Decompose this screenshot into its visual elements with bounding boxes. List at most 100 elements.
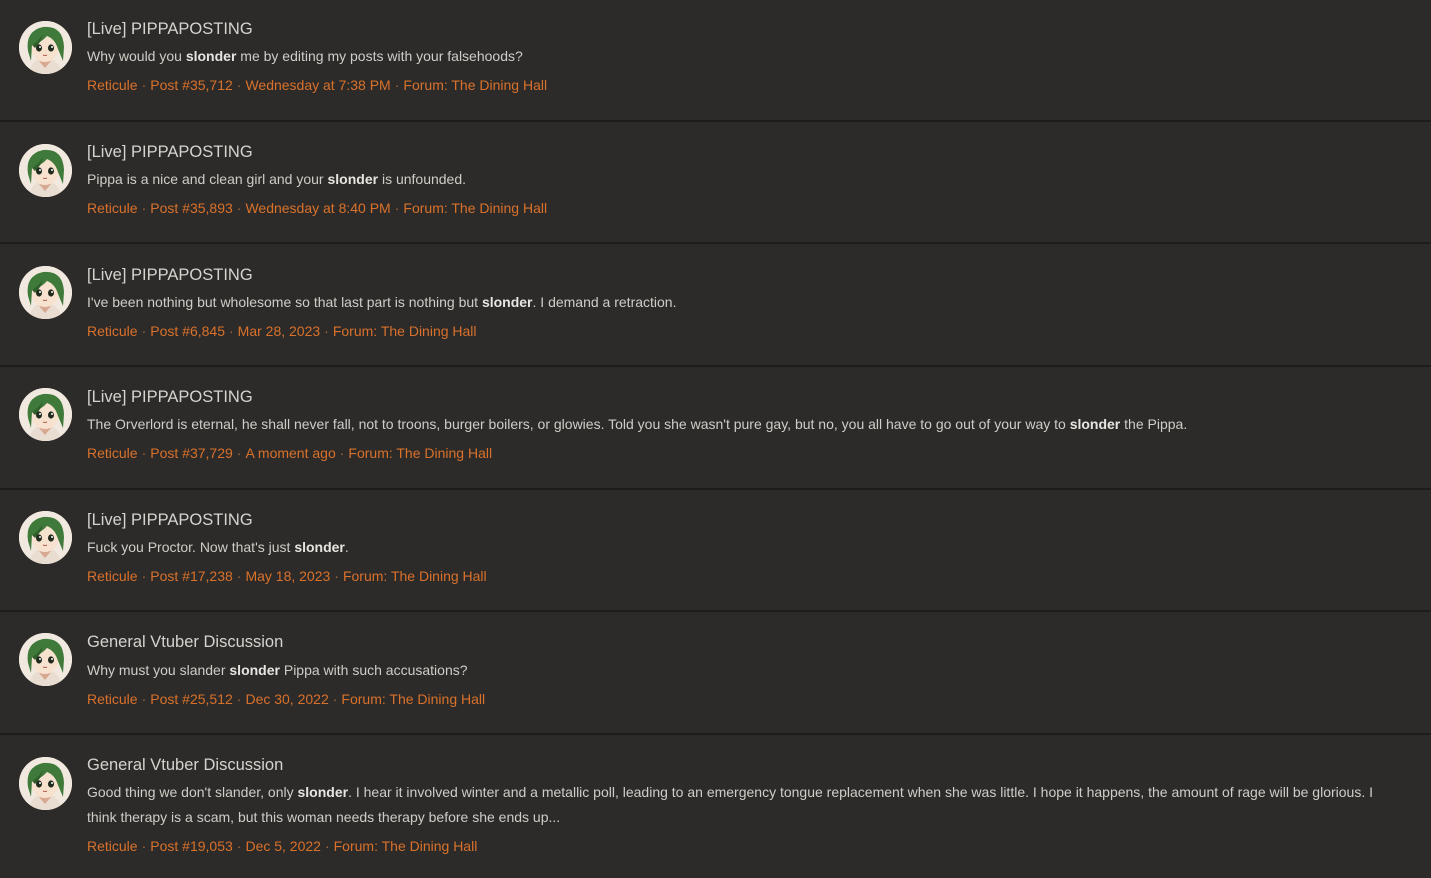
post-number-link[interactable]: Post #19,053 xyxy=(150,838,233,854)
search-term-highlight: slonder xyxy=(185,48,237,64)
meta-separator: · xyxy=(324,323,329,339)
search-results-list: [Live] PIPPAPOSTING Why would you slonde… xyxy=(0,0,1431,878)
result-meta: Reticule · Post #35,712 · Wednesday at 7:38 … xyxy=(87,76,547,94)
author-link[interactable]: Reticule xyxy=(87,200,138,216)
forum-link[interactable]: Forum: The Dining Hall xyxy=(334,838,478,854)
search-result-item: [Live] PIPPAPOSTING Pippa is a nice and … xyxy=(0,122,1431,244)
thread-title-link[interactable]: [Live] PIPPAPOSTING xyxy=(87,142,253,162)
forum-link[interactable]: Forum: The Dining Hall xyxy=(403,200,547,216)
author-link[interactable]: Reticule xyxy=(87,445,138,461)
author-link[interactable]: Reticule xyxy=(87,691,138,707)
meta-separator: · xyxy=(339,445,345,461)
author-link[interactable]: Reticule xyxy=(87,77,138,93)
forum-link[interactable]: Forum: The Dining Hall xyxy=(341,691,485,707)
post-snippet: Pippa is a nice and clean girl and your … xyxy=(87,167,1401,192)
meta-separator: · xyxy=(236,445,242,461)
anime-girl-avatar-icon xyxy=(19,511,72,564)
thread-title-link[interactable]: [Live] PIPPAPOSTING xyxy=(87,19,253,39)
post-snippet: Why would you slonder me by editing my p… xyxy=(87,44,1401,69)
snippet-text: is unfounded. xyxy=(378,171,467,187)
avatar[interactable] xyxy=(19,633,72,686)
anime-girl-avatar-icon xyxy=(19,144,72,197)
meta-separator: · xyxy=(141,200,147,216)
avatar[interactable] xyxy=(19,21,72,74)
snippet-text: . xyxy=(344,539,349,555)
search-result-item: [Live] PIPPAPOSTING I've been nothing bu… xyxy=(0,244,1431,367)
anime-girl-avatar-icon xyxy=(19,757,72,810)
snippet-text: I've been nothing but wholesome so that … xyxy=(87,294,482,310)
post-date[interactable]: Wednesday at 7:38 PM xyxy=(245,77,390,93)
meta-separator: · xyxy=(141,323,147,339)
anime-girl-avatar-icon xyxy=(19,633,72,686)
thread-title-link[interactable]: General Vtuber Discussion xyxy=(87,755,283,775)
anime-girl-avatar-icon xyxy=(19,266,72,319)
thread-title-link[interactable]: [Live] PIPPAPOSTING xyxy=(87,265,253,285)
post-number-link[interactable]: Post #6,845 xyxy=(150,323,225,339)
snippet-text: Good thing we don't slander, only xyxy=(87,784,298,800)
avatar[interactable] xyxy=(19,388,72,441)
anime-girl-avatar-icon xyxy=(19,21,72,74)
thread-title-link[interactable]: [Live] PIPPAPOSTING xyxy=(87,387,253,407)
anime-girl-avatar-icon xyxy=(19,388,72,441)
author-link[interactable]: Reticule xyxy=(87,323,138,339)
meta-separator: · xyxy=(334,568,339,584)
avatar[interactable] xyxy=(19,511,72,564)
post-number-link[interactable]: Post #25,512 xyxy=(150,691,233,707)
post-number-link[interactable]: Post #35,712 xyxy=(150,77,233,93)
avatar[interactable] xyxy=(19,757,72,810)
post-date[interactable]: May 18, 2023 xyxy=(245,568,330,584)
forum-link[interactable]: Forum: The Dining Hall xyxy=(333,323,477,339)
meta-separator: · xyxy=(236,77,242,93)
post-date[interactable]: Wednesday at 8:40 PM xyxy=(245,200,390,216)
meta-separator: · xyxy=(324,838,330,854)
snippet-text: The Orverlord is eternal, he shall never… xyxy=(87,416,1070,432)
post-snippet: Fuck you Proctor. Now that's just slonde… xyxy=(87,535,1401,560)
search-result-item: General Vtuber Discussion Good thing we … xyxy=(0,735,1431,878)
post-date[interactable]: Dec 30, 2022 xyxy=(245,691,328,707)
meta-separator: · xyxy=(141,77,147,93)
post-number-link[interactable]: Post #35,893 xyxy=(150,200,233,216)
meta-separator: · xyxy=(394,200,400,216)
result-meta: Reticule · Post #17,238 · May 18, 2023 · Forum… xyxy=(87,567,487,585)
search-result-item: General Vtuber Discussion Why must you s… xyxy=(0,612,1431,735)
avatar[interactable] xyxy=(19,144,72,197)
post-snippet: Good thing we don't slander, only slonde… xyxy=(87,780,1401,830)
post-date[interactable]: A moment ago xyxy=(245,445,335,461)
post-snippet: I've been nothing but wholesome so that … xyxy=(87,290,1401,315)
snippet-text: Pippa is a nice and clean girl and your xyxy=(87,171,328,187)
meta-separator: · xyxy=(236,838,242,854)
search-term-highlight: slonder xyxy=(229,662,280,678)
meta-separator: · xyxy=(141,568,147,584)
meta-separator: · xyxy=(141,838,147,854)
forum-link[interactable]: Forum: The Dining Hall xyxy=(343,568,487,584)
meta-separator: · xyxy=(236,691,242,707)
meta-separator: · xyxy=(332,691,338,707)
avatar[interactable] xyxy=(19,266,72,319)
post-snippet: Why must you slander slonder Pippa with … xyxy=(87,658,1401,683)
author-link[interactable]: Reticule xyxy=(87,838,138,854)
thread-title-link[interactable]: [Live] PIPPAPOSTING xyxy=(87,510,253,530)
search-term-highlight: slonder xyxy=(327,171,379,187)
result-meta: Reticule · Post #6,845 · Mar 28, 2023 · Forum:… xyxy=(87,322,477,340)
snippet-text: the Pippa. xyxy=(1120,416,1188,432)
meta-separator: · xyxy=(236,568,242,584)
forum-link[interactable]: Forum: The Dining Hall xyxy=(403,77,547,93)
post-date[interactable]: Mar 28, 2023 xyxy=(238,323,321,339)
post-number-link[interactable]: Post #17,238 xyxy=(150,568,233,584)
snippet-text: Why must you slander xyxy=(87,662,230,678)
snippet-text: me by editing my posts with your falseho… xyxy=(236,48,523,64)
search-term-highlight: slonder xyxy=(294,539,345,555)
snippet-text: Why would you xyxy=(87,48,186,64)
search-term-highlight: slonder xyxy=(1069,416,1121,432)
post-date[interactable]: Dec 5, 2022 xyxy=(245,838,321,854)
author-link[interactable]: Reticule xyxy=(87,568,138,584)
result-meta: Reticule · Post #35,893 · Wednesday at 8:40 … xyxy=(87,199,547,217)
snippet-text: Fuck you Proctor. Now that's just xyxy=(87,539,295,555)
forum-link[interactable]: Forum: The Dining Hall xyxy=(348,445,492,461)
result-meta: Reticule · Post #25,512 · Dec 30, 2022 · Forum… xyxy=(87,690,485,708)
result-meta: Reticule · Post #37,729 · A moment ago · Forum… xyxy=(87,444,492,462)
meta-separator: · xyxy=(141,445,147,461)
thread-title-link[interactable]: General Vtuber Discussion xyxy=(87,632,283,652)
search-result-item: [Live] PIPPAPOSTING The Orverlord is ete… xyxy=(0,367,1431,490)
post-number-link[interactable]: Post #37,729 xyxy=(150,445,233,461)
